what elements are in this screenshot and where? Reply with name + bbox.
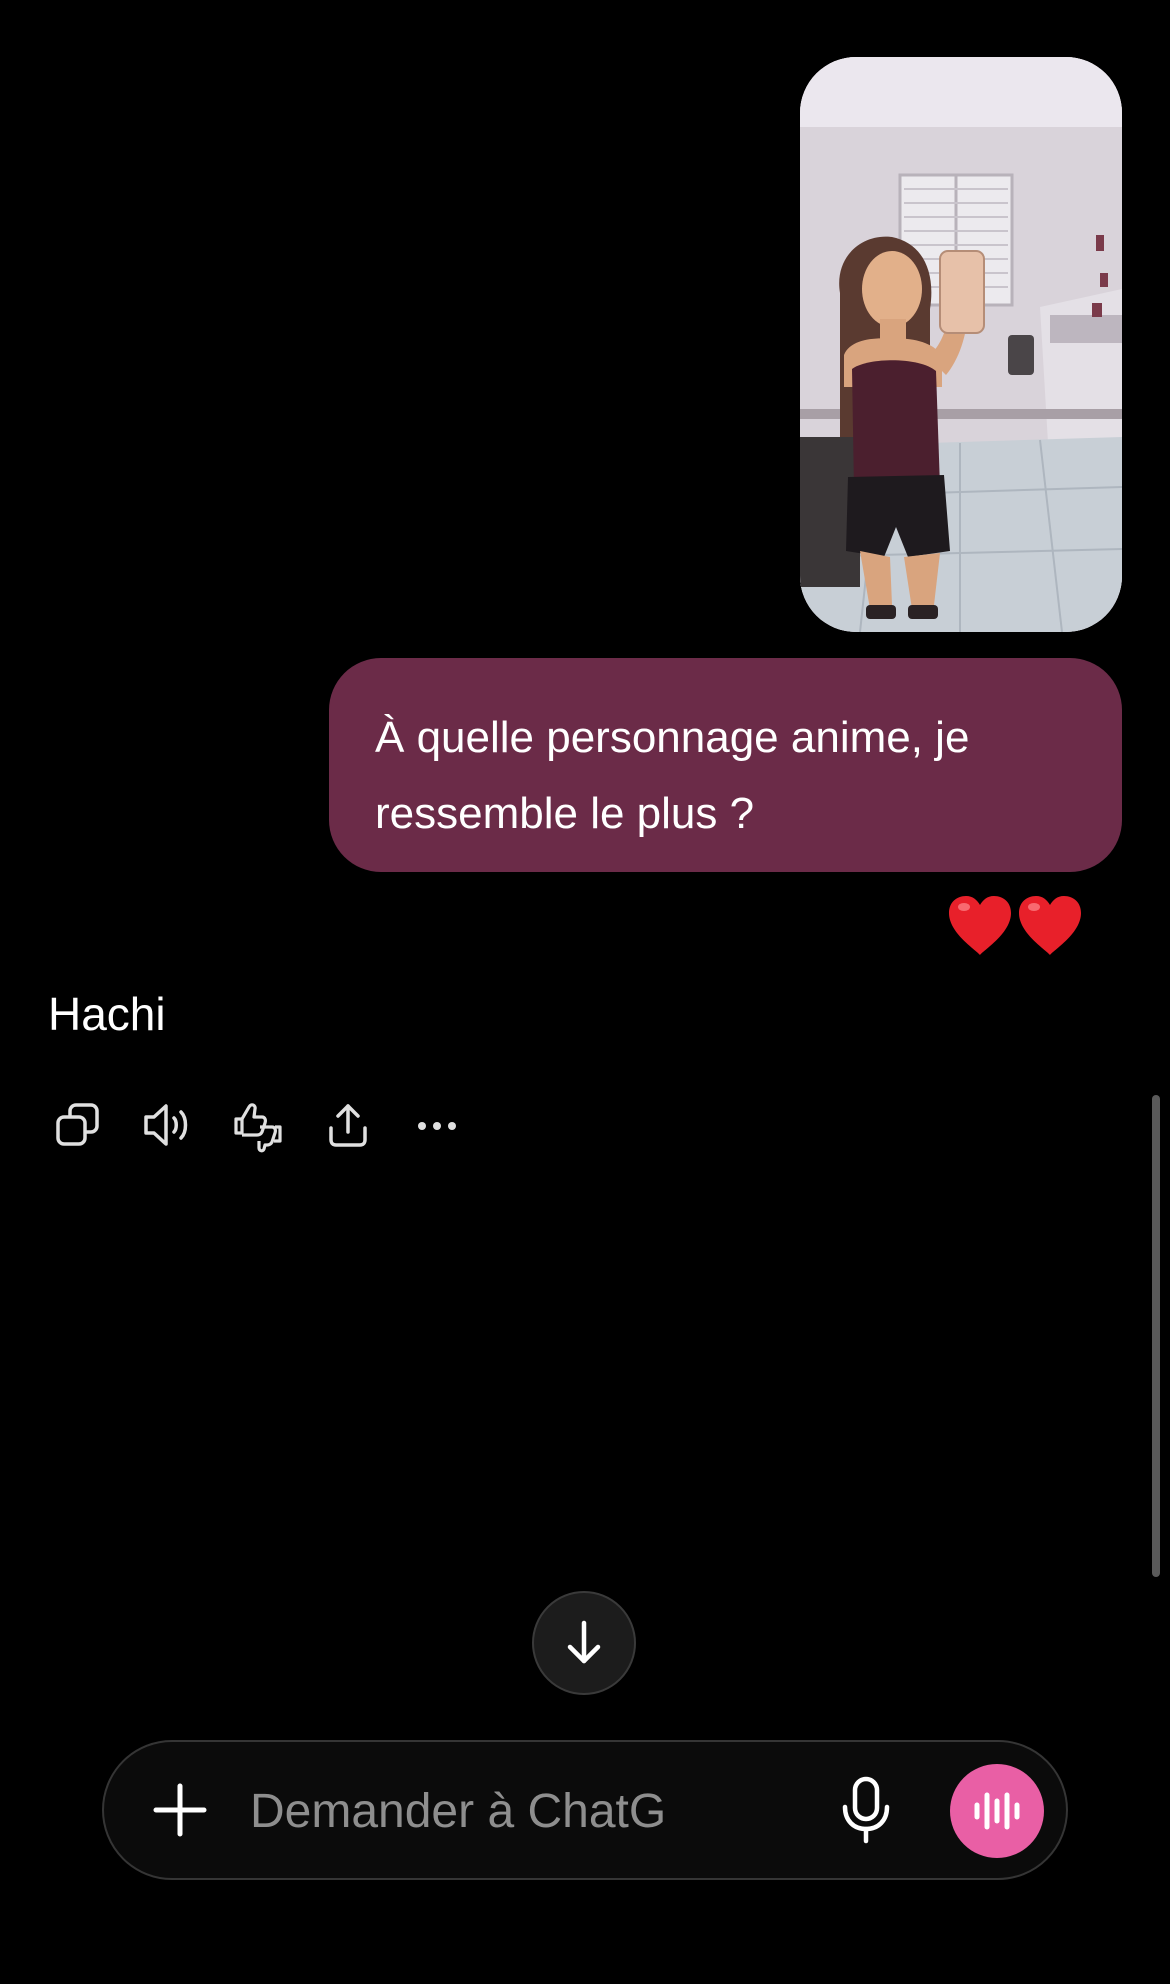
read-aloud-button[interactable] [138, 1095, 198, 1155]
message-composer [102, 1740, 1068, 1880]
add-attachment-button[interactable] [142, 1772, 218, 1848]
voice-mode-button[interactable] [950, 1764, 1044, 1858]
microphone-icon [842, 1776, 890, 1844]
more-options-button[interactable] [408, 1095, 468, 1155]
user-message-line-1: À quelle personnage anime, je [375, 713, 970, 762]
copy-button[interactable] [48, 1095, 108, 1155]
plus-icon [153, 1783, 207, 1837]
heart-icon [949, 896, 1011, 955]
photo-illustration [800, 57, 1122, 632]
feedback-thumbs-icon [234, 1103, 282, 1153]
share-button[interactable] [318, 1095, 378, 1155]
dictation-button[interactable] [828, 1772, 904, 1848]
image-attachment[interactable] [800, 57, 1122, 632]
feedback-button[interactable] [228, 1095, 288, 1155]
user-message-line-2: ressemble le plus ? [375, 789, 755, 838]
heart-icon [1019, 896, 1081, 955]
scrollbar[interactable] [1152, 1095, 1160, 1577]
assistant-reply: Hachi [48, 988, 166, 1040]
read-aloud-icon [144, 1104, 188, 1146]
copy-icon [56, 1103, 99, 1146]
arrow-down-icon [567, 1620, 601, 1664]
message-input[interactable] [250, 1776, 670, 1846]
message-reactions[interactable] [945, 893, 1085, 963]
user-message-bubble: À quelle personnage anime, je ressemble … [329, 658, 1122, 872]
voice-mode-icon [974, 1792, 1020, 1830]
scroll-to-bottom-button[interactable] [532, 1591, 636, 1695]
reply-actions [48, 1095, 498, 1155]
more-icon [418, 1122, 456, 1130]
share-icon [329, 1104, 367, 1147]
